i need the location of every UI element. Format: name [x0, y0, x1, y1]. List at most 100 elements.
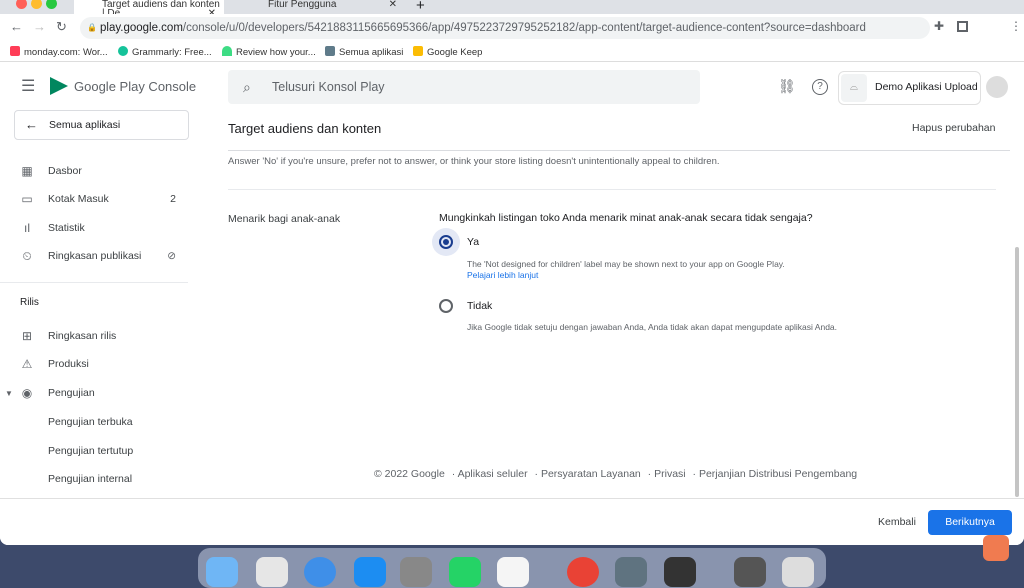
tab-fitur-pengguna[interactable]: Fitur Pengguna ✕ — [240, 0, 405, 14]
slack-icon[interactable] — [497, 557, 529, 587]
browser-tab-bar: Target audiens dan konten | De✕ Fitur Pe… — [0, 0, 1024, 19]
footer: © 2022 Google · Aplikasi seluler · Persy… — [374, 468, 858, 480]
close-tab-icon[interactable]: ✕ — [389, 0, 397, 10]
link-icon[interactable]: ⛓ — [778, 78, 796, 95]
trash-icon[interactable] — [782, 557, 814, 587]
sidebar-item-ringkasan-publikasi[interactable]: ⏲ Ringkasan publikasi ⊘ — [20, 246, 180, 266]
sidebar-item-kotak-masuk[interactable]: ▭ Kotak Masuk 2 — [20, 189, 180, 209]
proxyman-icon[interactable] — [664, 557, 696, 587]
safari-icon[interactable] — [304, 557, 336, 587]
forward-icon[interactable]: → — [33, 19, 46, 34]
screen-recorder-icon[interactable] — [983, 535, 1009, 561]
expand-arrow-icon[interactable]: ▼ — [5, 389, 13, 398]
all-apps-button[interactable]: ← Semua aplikasi — [14, 110, 189, 140]
radio-ya[interactable] — [432, 228, 460, 256]
document-icon[interactable] — [734, 557, 766, 587]
sidebar-item-pengujian[interactable]: ◉ Pengujian — [20, 383, 180, 403]
whatsapp-icon[interactable] — [449, 557, 481, 587]
play-console-app: ☰ Google Play Console ⌕ Telusuri Konsol P… — [0, 62, 1024, 545]
bookmark-review[interactable]: Review how your... — [222, 46, 316, 58]
sidebar-item-dasbor[interactable]: ▦ Dasbor — [20, 161, 180, 181]
sidebar-item-statistik[interactable]: ıl Statistik — [20, 218, 180, 238]
nav-label: Ringkasan rilis — [48, 330, 117, 342]
field-label: Menarik bagi anak-anak — [228, 213, 341, 225]
option-ya-label[interactable]: Ya — [467, 236, 479, 248]
discard-changes-button[interactable]: Hapus perubahan — [912, 122, 995, 134]
app-icon[interactable] — [615, 557, 647, 587]
bookmark-label: Semua aplikasi — [339, 47, 404, 58]
chrome-icon[interactable] — [567, 557, 599, 587]
bookmark-google-keep[interactable]: Google Keep — [413, 46, 482, 58]
radio-tidak[interactable] — [439, 299, 453, 313]
bookmark-label: Review how your... — [236, 47, 316, 58]
play-console-logo-icon — [50, 77, 68, 95]
bookmarks-bar: monday.com: Wor... Grammarly: Free... Re… — [0, 42, 1024, 62]
next-button[interactable]: Berikutnya — [928, 510, 1012, 535]
sync-off-icon: ⊘ — [167, 250, 176, 262]
sidebar-item-ringkasan-rilis[interactable]: ⊞ Ringkasan rilis — [20, 326, 180, 346]
divider — [0, 282, 188, 283]
arrow-back-icon: ← — [25, 117, 38, 132]
hamburger-menu-icon[interactable]: ☰ — [21, 76, 35, 96]
help-note: Answer 'No' if you're unsure, prefer not… — [228, 156, 720, 167]
extensions-icon[interactable]: ✚ — [934, 19, 944, 33]
bottom-action-bar: Kembali Berikutnya — [0, 498, 1024, 545]
nav-label: Statistik — [48, 222, 85, 234]
launchpad-icon[interactable] — [256, 557, 288, 587]
question-text: Mungkinkah listingan toko Anda menarik m… — [439, 212, 813, 224]
system-preferences-icon[interactable] — [400, 557, 432, 587]
reload-icon[interactable]: ↻ — [56, 19, 67, 35]
sidebar-item-pengujian-terbuka[interactable]: Pengujian terbuka — [48, 416, 133, 428]
android-app-icon: ⌓ — [841, 74, 867, 102]
grammarly-icon — [118, 46, 128, 56]
back-button[interactable]: Kembali — [878, 516, 916, 528]
footer-link-terms[interactable]: Persyaratan Layanan — [541, 468, 641, 480]
menu-icon[interactable]: ⋮ — [1010, 19, 1022, 33]
app-store-icon[interactable] — [354, 557, 386, 587]
search-input[interactable]: ⌕ Telusuri Konsol Play — [228, 70, 700, 104]
bookmark-semua-aplikasi[interactable]: Semua aplikasi — [325, 46, 403, 58]
maximize-window-button[interactable] — [46, 0, 57, 9]
footer-link-dda[interactable]: Perjanjian Distribusi Pengembang — [699, 468, 857, 480]
search-icon: ⌕ — [243, 79, 251, 95]
publishing-icon: ⏲ — [22, 249, 32, 263]
monday-icon — [10, 46, 20, 56]
help-icon[interactable]: ? — [812, 79, 828, 95]
url-field[interactable]: 🔒 play.google.com/console/u/0/developers/… — [80, 17, 930, 39]
release-overview-icon: ⊞ — [21, 329, 33, 343]
inbox-icon: ▭ — [21, 192, 33, 206]
page-title: Target audiens dan konten — [228, 121, 382, 136]
bookmark-label: Grammarly: Free... — [132, 47, 212, 58]
tab-title: Fitur Pengguna — [268, 0, 337, 10]
minimize-window-button[interactable] — [31, 0, 42, 9]
sidebar-item-pengujian-internal[interactable]: Pengujian internal — [48, 473, 132, 485]
side-panel-icon[interactable] — [957, 21, 968, 32]
bar-chart-icon: ıl — [24, 221, 30, 235]
url-path: /console/u/0/developers/5421883115665695… — [182, 22, 866, 34]
option-tidak-label[interactable]: Tidak — [467, 300, 492, 312]
tab-target-audience[interactable]: Target audiens dan konten | De✕ — [74, 0, 224, 19]
nav-label: Dasbor — [48, 165, 82, 177]
footer-link-privacy[interactable]: Privasi — [654, 468, 686, 480]
sidebar-item-produksi[interactable]: ⚠ Produksi — [20, 354, 180, 374]
finder-icon[interactable] — [206, 557, 238, 587]
lock-icon: 🔒 — [87, 23, 97, 32]
dashboard-icon: ▦ — [21, 164, 33, 178]
back-icon[interactable]: ← — [10, 19, 23, 34]
new-tab-button[interactable]: + — [416, 0, 425, 14]
sidebar-item-pengujian-tertutup[interactable]: Pengujian tertutup — [48, 445, 133, 457]
nav-label: Produksi — [48, 358, 89, 370]
app-selector[interactable]: ⌓ Demo Aplikasi Upload — [838, 71, 981, 105]
learn-more-link[interactable]: Pelajari lebih lanjut — [467, 270, 538, 280]
footer-link-mobile-apps[interactable]: Aplikasi seluler — [458, 468, 528, 480]
avatar[interactable] — [986, 76, 1008, 98]
scrollbar[interactable] — [1015, 247, 1019, 497]
bookmark-grammarly[interactable]: Grammarly: Free... — [118, 46, 212, 58]
search-placeholder: Telusuri Konsol Play — [272, 80, 385, 94]
bookmark-label: Google Keep — [427, 47, 483, 58]
nav-label: Pengujian — [48, 387, 95, 399]
keep-icon — [413, 46, 423, 56]
bookmark-monday[interactable]: monday.com: Wor... — [10, 46, 108, 58]
close-window-button[interactable] — [16, 0, 27, 9]
testing-icon: ◉ — [21, 386, 33, 400]
